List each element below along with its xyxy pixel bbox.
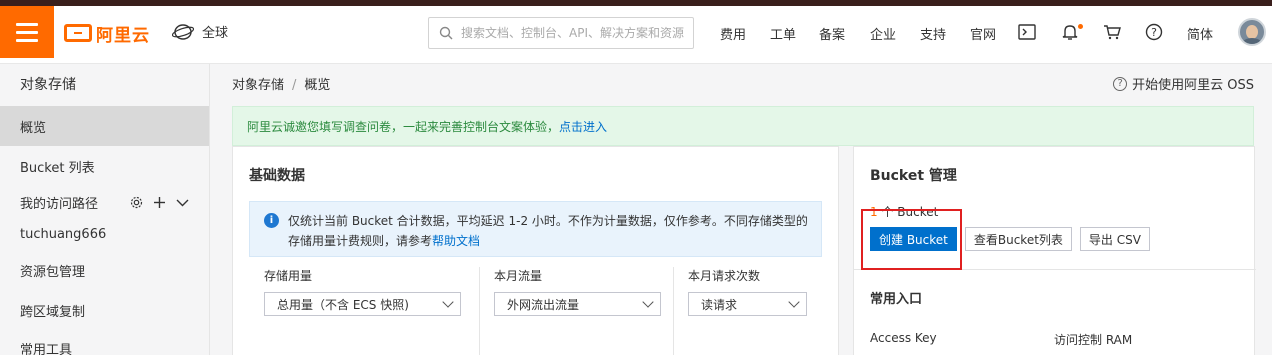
sidebar-item-label: 我的访问路径 [20, 196, 99, 212]
column-divider [673, 267, 674, 355]
monthly-requests-column: 本月请求次数 读请求 [688, 267, 807, 355]
export-csv-button[interactable]: 导出 CSV [1079, 227, 1150, 251]
column-divider [479, 267, 480, 355]
sidebar-item-cross-region[interactable]: 跨区域复制 [0, 290, 209, 330]
aliyun-logo[interactable]: 阿里云 [64, 20, 150, 46]
get-started-link[interactable]: ? 开始使用阿里云 OSS [1113, 74, 1254, 93]
chevron-down-icon [442, 296, 454, 308]
access-key-link[interactable]: Access Key [870, 331, 937, 345]
cart-icon[interactable] [1102, 22, 1122, 42]
top-header: 阿里云 全球 费用 工单 备案 企业 支持 官网 ? 简体 [0, 0, 1272, 64]
sidebar-item-label: 资源包管理 [20, 264, 86, 280]
globe-icon [172, 23, 194, 40]
notification-dot [1078, 24, 1083, 29]
language-switch[interactable]: 简体 [1187, 24, 1213, 43]
sidebar: 对象存储 概览 Bucket 列表 我的访问路径 tuchuang666 资源包… [0, 64, 210, 355]
sidebar-item-label: Bucket 列表 [20, 160, 95, 176]
breadcrumb-current: 概览 [304, 78, 331, 93]
chevron-down-icon [642, 296, 654, 308]
monthly-traffic-label: 本月流量 [494, 269, 543, 283]
bell-icon[interactable] [1060, 22, 1080, 42]
storage-usage-label: 存储用量 [264, 269, 313, 283]
basic-data-title: 基础数据 [249, 168, 305, 184]
storage-usage-column: 存储用量 总用量（不含 ECS 快照) [264, 267, 461, 355]
ram-link[interactable]: 访问控制 RAM [1054, 331, 1132, 348]
sidebar-item-label: 常用工具 [20, 342, 73, 355]
storage-usage-value: 总用量（不含 ECS 快照) [277, 297, 409, 312]
sidebar-item-resource-pack[interactable]: 资源包管理 [0, 250, 209, 290]
monthly-requests-select[interactable]: 读请求 [688, 292, 807, 316]
bucket-management-title: Bucket 管理 [870, 168, 957, 184]
region-label: 全球 [202, 26, 229, 41]
nav-tickets[interactable]: 工单 [770, 24, 796, 43]
monthly-traffic-column: 本月流量 外网流出流量 [494, 267, 661, 355]
sidebar-item-bucket-list[interactable]: Bucket 列表 [0, 146, 209, 186]
plus-icon[interactable] [153, 196, 166, 209]
search-icon [439, 26, 453, 40]
get-started-label: 开始使用阿里云 OSS [1132, 78, 1254, 93]
sidebar-item-tools[interactable]: 常用工具 [0, 328, 209, 355]
notice-text: 阿里云诚邀您填写调查问卷，一起来完善控制台文案体验， [247, 119, 560, 134]
info-icon: i [264, 213, 279, 228]
user-avatar[interactable] [1238, 18, 1266, 46]
highlight-box [861, 209, 962, 270]
info-text: 仅统计当前 Bucket 合计数据，平均延迟 1-2 小时。不作为计量数据，仅作… [288, 214, 808, 248]
chevron-down-icon [788, 296, 800, 308]
sidebar-item-label: 概览 [20, 120, 47, 136]
view-bucket-list-button[interactable]: 查看Bucket列表 [964, 227, 1072, 251]
logo-mark-icon [64, 24, 92, 42]
nav-icp[interactable]: 备案 [819, 24, 845, 43]
nav-fees[interactable]: 费用 [720, 24, 746, 43]
hamburger-menu-button[interactable] [0, 6, 54, 58]
gear-icon[interactable] [130, 196, 143, 209]
monthly-requests-value: 读请求 [701, 297, 738, 312]
help-icon[interactable]: ? [1144, 22, 1164, 42]
search-box[interactable] [428, 17, 694, 49]
sidebar-item-path[interactable]: tuchuang666 [0, 214, 209, 254]
breadcrumb: 对象存储 / 概览 [232, 74, 330, 93]
basic-data-card: 基础数据 i 仅统计当前 Bucket 合计数据，平均延迟 1-2 小时。不作为… [232, 146, 839, 355]
region-selector[interactable]: 全球 [172, 22, 228, 41]
help-doc-link[interactable]: 帮助文档 [432, 234, 480, 248]
logo-text: 阿里云 [96, 25, 150, 46]
info-box: i 仅统计当前 Bucket 合计数据，平均延迟 1-2 小时。不作为计量数据，… [249, 201, 822, 257]
breadcrumb-root[interactable]: 对象存储 [232, 78, 284, 93]
terminal-icon[interactable] [1017, 22, 1037, 42]
nav-support[interactable]: 支持 [920, 24, 946, 43]
storage-usage-select[interactable]: 总用量（不含 ECS 快照) [264, 292, 461, 316]
survey-notice: 阿里云诚邀您填写调查问卷，一起来完善控制台文案体验， 点击进入 [232, 106, 1254, 146]
nav-official-site[interactable]: 官网 [970, 24, 996, 43]
common-entry-title: 常用入口 [870, 292, 923, 307]
sidebar-item-overview[interactable]: 概览 [0, 106, 209, 146]
sidebar-title: 对象存储 [20, 77, 76, 93]
top-stripe [0, 0, 1272, 6]
monthly-traffic-value: 外网流出流量 [507, 297, 580, 312]
nav-enterprise[interactable]: 企业 [870, 24, 896, 43]
chevron-down-icon[interactable] [176, 196, 189, 209]
monthly-traffic-select[interactable]: 外网流出流量 [494, 292, 661, 316]
breadcrumb-separator: / [292, 78, 297, 93]
monthly-requests-label: 本月请求次数 [688, 269, 761, 283]
main-content: 对象存储 / 概览 ? 开始使用阿里云 OSS 阿里云诚邀您填写调查问卷，一起来完善… [210, 64, 1272, 355]
sidebar-item-label: tuchuang666 [20, 226, 107, 242]
question-icon: ? [1113, 76, 1128, 91]
svg-text:?: ? [1151, 26, 1157, 39]
sidebar-item-label: 跨区域复制 [20, 304, 86, 320]
notice-link[interactable]: 点击进入 [559, 118, 607, 135]
search-input[interactable] [461, 26, 691, 40]
